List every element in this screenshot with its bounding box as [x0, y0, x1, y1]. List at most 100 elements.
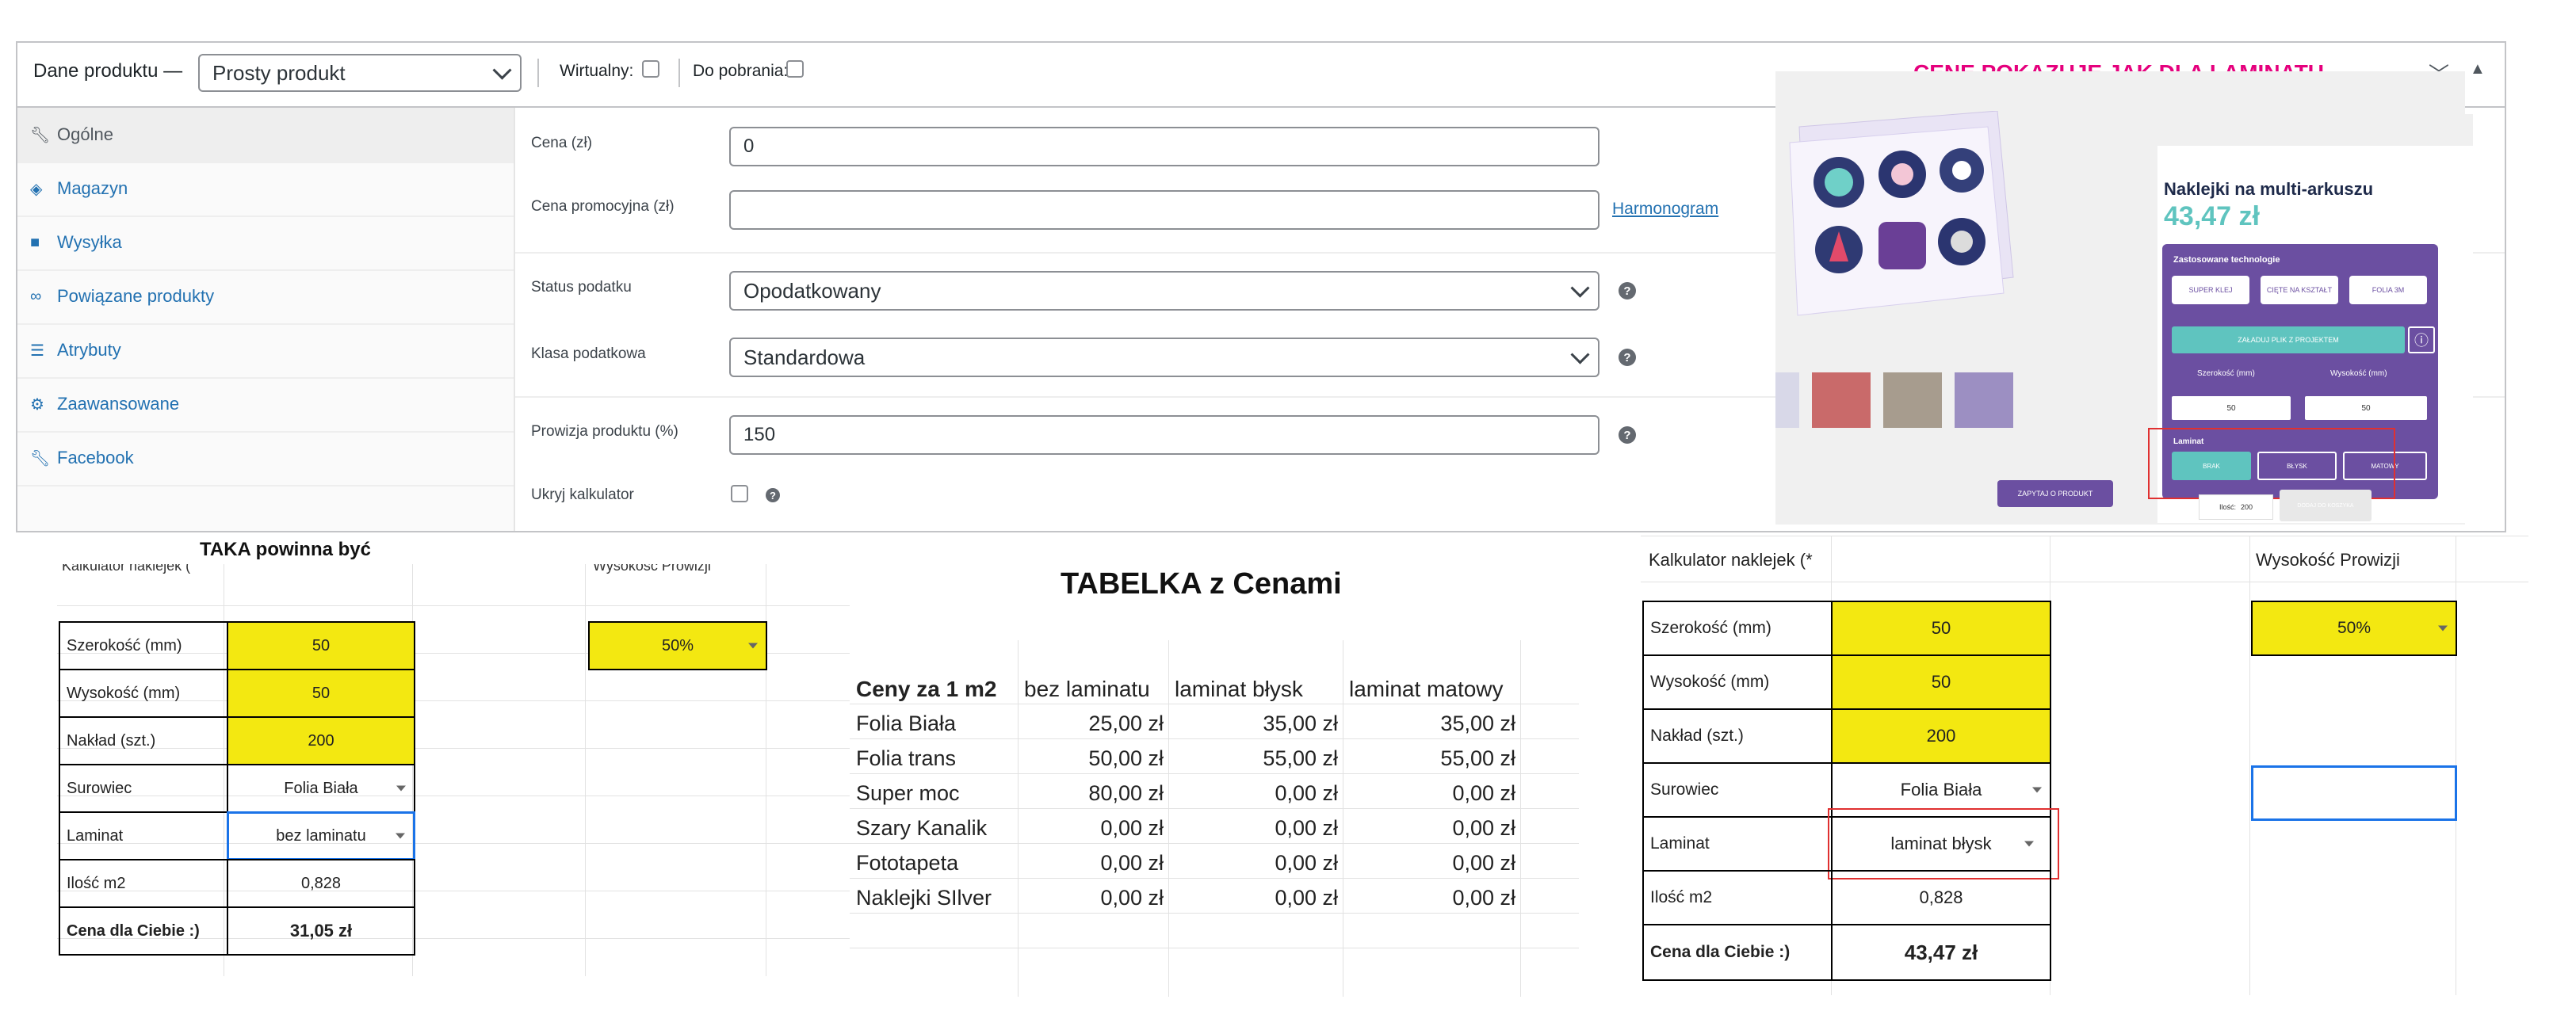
price-table-header: bez laminatu: [1024, 673, 1150, 705]
hide-calculator-checkbox[interactable]: [731, 485, 748, 502]
help-icon[interactable]: ?: [1619, 282, 1636, 300]
thumbnail[interactable]: [1775, 372, 1799, 428]
label: Laminat: [67, 826, 124, 845]
tab-label: Zaawansowane: [57, 394, 180, 414]
cell-value: 0,00 zł: [1275, 850, 1338, 875]
table-row-label: Super moc: [856, 776, 960, 810]
tab-advanced[interactable]: ⚙ Zaawansowane: [17, 377, 514, 433]
help-icon[interactable]: ?: [1619, 426, 1636, 444]
table-row-label: Szary Kanalik: [856, 811, 987, 845]
label: Surowiec: [1650, 780, 1719, 799]
row-label: Naklejki SIlver: [856, 885, 992, 910]
quantity-value-cell[interactable]: 200: [227, 716, 415, 765]
dropdown-arrow-icon: [2032, 787, 2042, 793]
chip-label: FOLIA 3M: [2372, 286, 2405, 294]
left-commission-select[interactable]: 50%: [588, 621, 767, 670]
price-table-header: laminat matowy: [1349, 673, 1504, 705]
value: 50: [311, 636, 331, 654]
upload-file-button[interactable]: ZAŁADUJ PLIK Z PROJEKTEM: [2172, 326, 2405, 353]
table-cell: 0,00 zł: [1175, 846, 1338, 879]
cell-value: 35,00 zł: [1263, 711, 1338, 735]
commission-input[interactable]: 150: [729, 415, 1599, 455]
quantity-field[interactable]: Ilość: 200: [2199, 494, 2273, 520]
table-cell: 0,00 zł: [1024, 811, 1164, 845]
laminate-select[interactable]: bez laminatu: [227, 811, 415, 860]
value: 43,47 zł: [1904, 940, 1978, 964]
tab-general[interactable]: 🔧︎ Ogólne: [17, 108, 514, 163]
collapse-icon[interactable]: ▲: [2470, 60, 2486, 78]
width-value-cell[interactable]: 50: [1831, 601, 2051, 656]
tab-label: Ogólne: [57, 124, 113, 144]
tech-title: Zastosowane technologie: [2173, 255, 2280, 265]
product-title: Naklejki na multi-arkuszu: [2164, 179, 2374, 199]
downloadable-checkbox[interactable]: [786, 60, 804, 78]
value: 50: [1931, 618, 1951, 638]
height-value-cell[interactable]: 50: [227, 669, 415, 718]
tab-label: Magazyn: [57, 178, 128, 198]
divider: [678, 59, 680, 87]
product-price: 43,47 zł: [2164, 201, 2260, 231]
thumbnail[interactable]: [1812, 372, 1871, 428]
row-label: Folia trans: [856, 746, 957, 770]
label: Ilość m2: [1650, 888, 1713, 906]
value: 200: [1926, 726, 1956, 746]
info-icon[interactable]: ⓘ: [2408, 326, 2435, 353]
thumbnail[interactable]: [1883, 372, 1942, 428]
row-label-area: Ilość m2: [59, 859, 228, 908]
tax-class-select[interactable]: Standardowa: [729, 338, 1599, 377]
product-type-select[interactable]: Prosty produkt: [198, 54, 522, 92]
label: Ilość m2: [67, 874, 126, 892]
help-icon[interactable]: ?: [1619, 349, 1636, 366]
wrench-icon: 🔧︎: [30, 126, 51, 144]
thumbnail[interactable]: [1955, 372, 2013, 428]
cell-value: 0,00 zł: [1452, 780, 1515, 805]
tech-chip-foil: FOLIA 3M: [2349, 276, 2427, 304]
height-input[interactable]: 50: [2305, 396, 2427, 420]
tab-attributes[interactable]: ☰ Atrybuty: [17, 323, 514, 379]
ask-product-button[interactable]: ZAPYTAJ O PRODUKT: [1997, 480, 2113, 507]
virtual-checkbox[interactable]: [642, 60, 659, 78]
row-label-height: Wysokość (mm): [59, 669, 228, 718]
tab-shipping[interactable]: ■ Wysyłka: [17, 216, 514, 271]
width-label: Szerokość (mm): [2197, 369, 2255, 378]
row-label-quantity: Nakład (szt.): [1642, 708, 1833, 764]
tab-linked-products[interactable]: ∞ Powiązane produkty: [17, 269, 514, 325]
help-icon[interactable]: ?: [766, 488, 780, 502]
table-row-label: Fototapeta: [856, 846, 958, 879]
tab-inventory[interactable]: ◈ Magazyn: [17, 162, 514, 217]
price-input[interactable]: 0: [729, 127, 1599, 166]
schedule-link[interactable]: Harmonogram: [1612, 200, 1718, 219]
label: Surowiec: [67, 779, 132, 797]
sale-price-input[interactable]: [729, 190, 1599, 230]
price-value-cell: 31,05 zł: [227, 906, 415, 956]
material-select[interactable]: Folia Biała: [227, 764, 415, 813]
tax-class-label: Klasa podatkowa: [531, 345, 646, 362]
row-label-price: Cena dla Ciebie :): [1642, 924, 1833, 981]
table-cell: 0,00 zł: [1349, 776, 1515, 810]
cell-value: 0,00 zł: [1452, 885, 1515, 910]
height-value: 50: [2361, 403, 2371, 413]
table-cell: 0,00 zł: [1349, 811, 1515, 845]
height-label: Wysokość (mm): [2330, 369, 2387, 378]
value: bez laminatu: [276, 826, 366, 845]
tech-chip-glue: SUPER KLEJ: [2172, 276, 2249, 304]
price-table: Ceny za 1 m2 bez laminatu laminat błysk …: [850, 640, 1579, 1005]
add-to-cart-button[interactable]: DODAJ DO KOSZYKA: [2280, 490, 2372, 521]
width-input[interactable]: 50: [2172, 396, 2291, 420]
price-table-header: laminat błysk: [1175, 673, 1303, 705]
header-cell: laminat błysk: [1175, 677, 1303, 701]
left-calculator: Kalkulator naklejek ( Wysokość Prowizji …: [57, 564, 850, 992]
tab-facebook[interactable]: 🔧︎ Facebook: [17, 431, 514, 486]
tax-status-select[interactable]: Opodatkowany: [729, 271, 1599, 311]
row-label: Super moc: [856, 780, 960, 805]
row-label: Fototapeta: [856, 850, 959, 875]
commission-label: Prowizja produktu (%): [531, 423, 678, 440]
right-commission-select[interactable]: 50%: [2251, 601, 2457, 656]
quantity-value-cell[interactable]: 200: [1831, 708, 2051, 764]
height-value-cell[interactable]: 50: [1831, 654, 2051, 710]
upload-file-label: ZAŁADUJ PLIK Z PROJEKTEM: [2238, 336, 2339, 344]
selected-empty-cell[interactable]: [2251, 765, 2457, 821]
left-commission-title: Wysokość Prowizji: [593, 564, 711, 574]
row-label-laminate: Laminat: [1642, 816, 1833, 872]
width-value-cell[interactable]: 50: [227, 621, 415, 670]
